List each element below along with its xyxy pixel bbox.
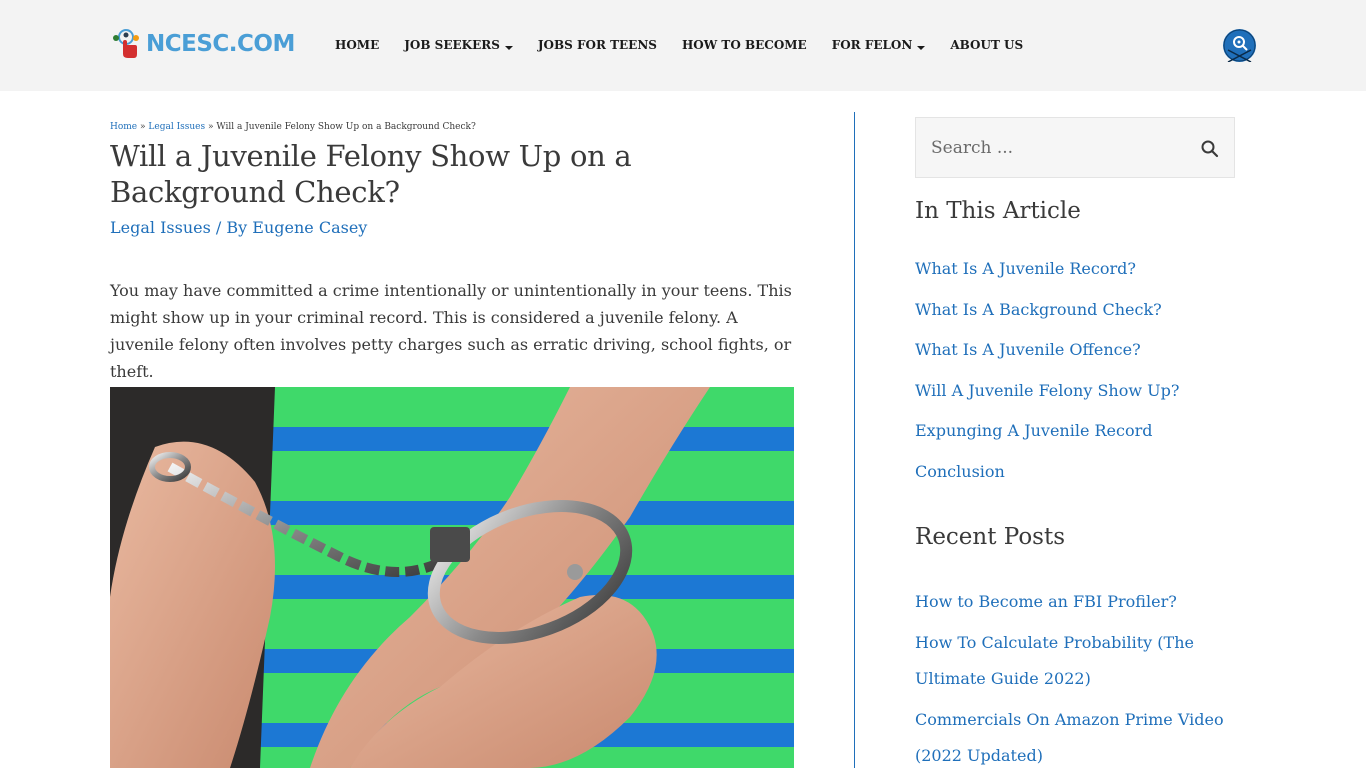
- breadcrumb: Home » Legal Issues » Will a Juvenile Fe…: [110, 122, 800, 132]
- site-logo[interactable]: NCESC.COM: [110, 28, 295, 60]
- nav-job-seekers[interactable]: JOB SEEKERS: [404, 38, 513, 52]
- search-input[interactable]: [916, 118, 1186, 177]
- toc-item[interactable]: Expunging A Juvenile Record: [915, 420, 1235, 461]
- recent-post-link[interactable]: How To Calculate Probability (The Ultima…: [915, 625, 1235, 697]
- article: Home » Legal Issues » Will a Juvenile Fe…: [110, 112, 800, 385]
- header-search-user-button[interactable]: [1223, 29, 1256, 63]
- recent-post-link[interactable]: How to Become an FBI Profiler?: [915, 584, 1235, 620]
- post-category-link[interactable]: Legal Issues: [110, 218, 211, 237]
- toc-title: In This Article: [915, 198, 1081, 224]
- search-user-icon: [1223, 29, 1256, 63]
- main-nav: HOME JOB SEEKERS JOBS FOR TEENS HOW TO B…: [335, 38, 1048, 52]
- nav-about-us[interactable]: ABOUT US: [950, 38, 1023, 52]
- recent-post-link[interactable]: Commercials On Amazon Prime Video (2022 …: [915, 702, 1235, 768]
- post-author-link[interactable]: Eugene Casey: [252, 218, 367, 237]
- post-intro: You may have committed a crime intention…: [110, 281, 792, 381]
- toc-item[interactable]: Will A Juvenile Felony Show Up?: [915, 380, 1235, 421]
- search-icon[interactable]: [1200, 139, 1220, 159]
- breadcrumb-current: Will a Juvenile Felony Show Up on a Back…: [216, 122, 476, 132]
- page-title: Will a Juvenile Felony Show Up on a Back…: [110, 139, 632, 209]
- sidebar-search: [915, 117, 1235, 178]
- breadcrumb-separator: »: [207, 122, 214, 132]
- nav-jobs-for-teens[interactable]: JOBS FOR TEENS: [538, 38, 657, 52]
- toc-item[interactable]: What Is A Background Check?: [915, 299, 1235, 340]
- sidebar: In This Article What Is A Juvenile Recor…: [915, 117, 1235, 768]
- breadcrumb-separator: »: [140, 122, 146, 132]
- toc-list: What Is A Juvenile Record? What Is A Bac…: [915, 258, 1235, 501]
- logo-hand-icon: [113, 29, 139, 58]
- dropdown-caret-icon: [504, 46, 513, 50]
- nav-home[interactable]: HOME: [335, 38, 379, 52]
- column-divider: [854, 112, 855, 768]
- toc-item[interactable]: Conclusion: [915, 461, 1235, 502]
- handcuffed-wrists-photo: [110, 387, 794, 768]
- dropdown-caret-icon: [917, 46, 926, 50]
- toc-item[interactable]: What Is A Juvenile Offence?: [915, 339, 1235, 380]
- site-header: NCESC.COM HOME JOB SEEKERS JOBS FOR TEEN…: [0, 0, 1366, 91]
- featured-image: [110, 387, 794, 768]
- recent-posts-title: Recent Posts: [915, 524, 1066, 550]
- toc-item[interactable]: What Is A Juvenile Record?: [915, 258, 1235, 299]
- logo-text: NCESC.COM: [146, 31, 295, 57]
- nav-for-felon[interactable]: FOR FELON: [832, 38, 926, 52]
- recent-posts-list: How to Become an FBI Profiler? How To Ca…: [915, 584, 1235, 768]
- post-meta: Legal Issues / By Eugene Casey: [110, 218, 800, 237]
- meta-by: / By: [210, 218, 253, 237]
- breadcrumb-home[interactable]: Home: [110, 122, 137, 132]
- nav-how-to-become[interactable]: HOW TO BECOME: [682, 38, 807, 52]
- breadcrumb-category[interactable]: Legal Issues: [148, 122, 205, 132]
